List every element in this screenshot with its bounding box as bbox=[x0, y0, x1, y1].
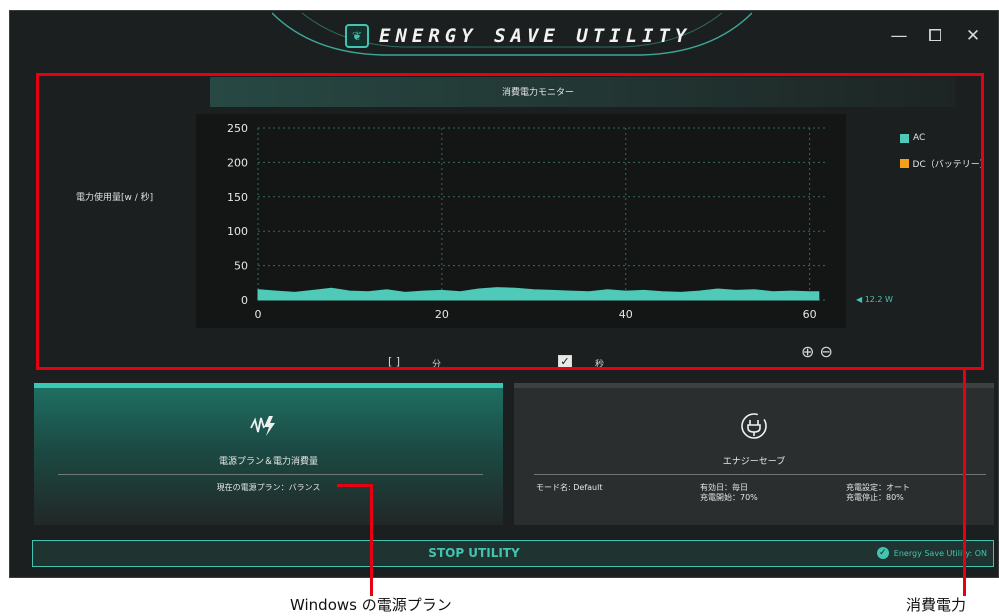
plan-callout-horizontal bbox=[337, 484, 373, 487]
charge-start: 充電開始：70% bbox=[700, 493, 758, 502]
check-icon: ✓ bbox=[876, 547, 889, 559]
stop-utility-bar: STOP UTILITY ✓ Energy Save Utility: ON bbox=[32, 540, 994, 567]
status-text: Energy Save Utility: ON bbox=[893, 548, 987, 558]
screenshot-frame: ❦ ENERGY SAVE UTILITY — ⧠ ✕ 消費電力モニター 電力使… bbox=[0, 0, 999, 616]
charge-setting: 充電設定：オート bbox=[846, 483, 910, 492]
power-plan-icon bbox=[244, 414, 284, 443]
mode-name: モード名: Default bbox=[536, 483, 603, 492]
energy-save-panel[interactable]: エナジーセーブ モード名: Default 有効日：毎日 充電開始：70% 充電… bbox=[514, 383, 994, 525]
plug-icon bbox=[736, 410, 772, 447]
title-bar: ❦ ENERGY SAVE UTILITY — ⧠ ✕ bbox=[10, 11, 998, 69]
charge-stop: 充電停止：80% bbox=[846, 493, 904, 502]
power-plan-heading: 電源プラン＆電力消費量 bbox=[218, 457, 318, 467]
leaf-icon: ❦ bbox=[345, 24, 369, 48]
power-plan-panel[interactable]: 電源プラン＆電力消費量 現在の電源プラン：バランス bbox=[34, 383, 503, 525]
valid-day: 有効日：毎日 bbox=[700, 483, 748, 492]
power-monitor-highlight bbox=[36, 73, 984, 370]
minimize-button[interactable]: — bbox=[886, 23, 912, 49]
power-caption: 消費電力 bbox=[906, 596, 967, 614]
current-power-plan: 現在の電源プラン：バランス bbox=[216, 483, 321, 492]
plan-caption: Windows の電源プラン bbox=[290, 596, 452, 614]
power-plan-divider bbox=[58, 474, 483, 475]
power-callout-vertical bbox=[963, 368, 966, 596]
close-button[interactable]: ✕ bbox=[960, 23, 986, 49]
stop-utility-button[interactable]: STOP UTILITY bbox=[33, 546, 915, 560]
utility-status: ✓ Energy Save Utility: ON bbox=[876, 547, 987, 559]
energy-save-heading: エナジーセーブ bbox=[722, 457, 786, 467]
maximize-button[interactable]: ⧠ bbox=[922, 23, 948, 49]
energy-save-divider bbox=[534, 474, 986, 475]
app-title: ENERGY SAVE UTILITY bbox=[379, 25, 692, 47]
plan-callout-vertical bbox=[370, 484, 373, 596]
